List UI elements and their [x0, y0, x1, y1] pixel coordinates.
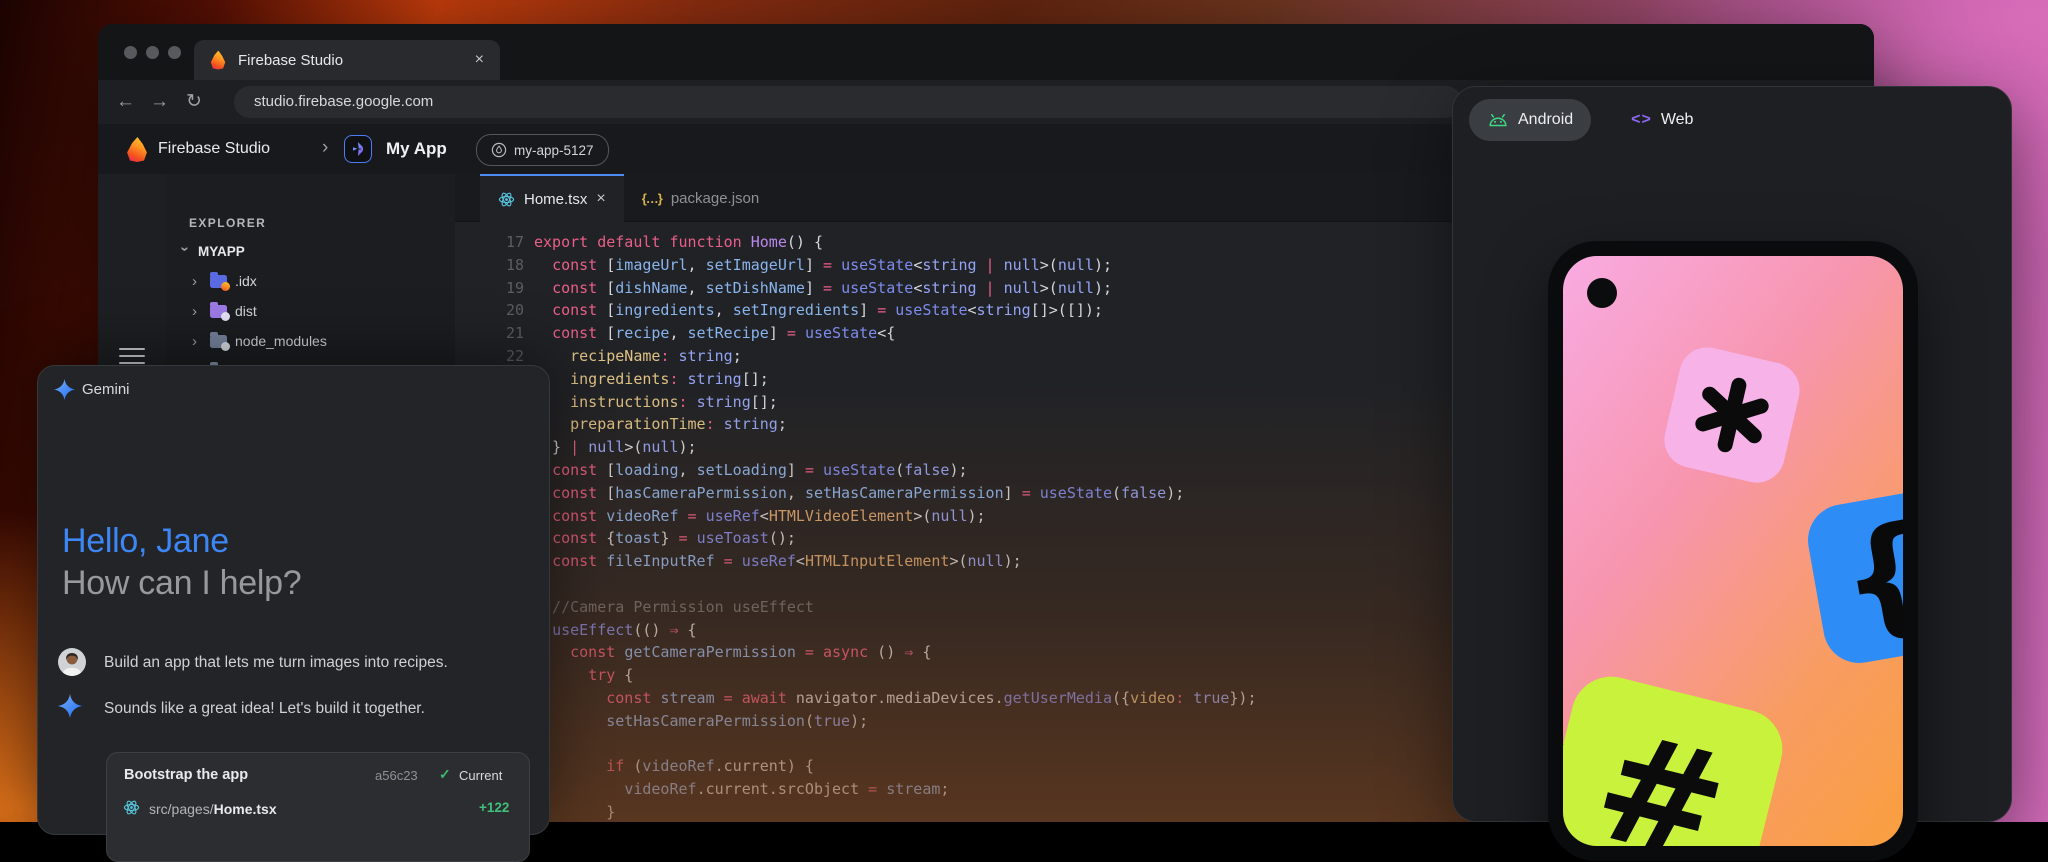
blue-brace-sticker: { — [1802, 483, 1903, 668]
reload-icon[interactable]: ↻ — [186, 90, 202, 114]
android-icon — [1487, 113, 1509, 128]
tree-item-label: node_modules — [235, 333, 327, 349]
gemini-greeting-name: Hello, Jane — [62, 522, 229, 561]
editor-tab-package-json[interactable]: {…} package.json — [624, 174, 778, 222]
editor-tab-Home-tsx[interactable]: Home.tsx × — [480, 174, 624, 222]
url-bar[interactable]: studio.firebase.google.com — [234, 86, 1462, 118]
react-icon — [498, 191, 515, 208]
back-icon[interactable]: ← — [116, 90, 135, 114]
braces-icon: {…} — [642, 191, 662, 206]
preview-panel: Android<>Web # { — [1452, 86, 2012, 822]
toggle-android[interactable]: Android — [1469, 99, 1591, 141]
project-name: My App — [386, 124, 447, 174]
gemini-panel: Gemini Hello, Jane How can I help? Build… — [37, 365, 550, 835]
window-control-dot[interactable] — [168, 46, 181, 59]
pink-asterisk-sticker — [1659, 342, 1805, 488]
phone-camera-hole — [1587, 278, 1617, 308]
explorer-tree: › MYAPP ›.idx›dist›node_modules›scripts — [166, 236, 455, 386]
tree-item-label: dist — [235, 303, 257, 319]
window-control-dot[interactable] — [146, 46, 159, 59]
tree-root-label: MYAPP — [198, 244, 245, 259]
check-icon: ✓ — [439, 766, 451, 783]
explorer-title: EXPLORER — [189, 216, 266, 230]
gemini-greeting-question: How can I help? — [62, 564, 301, 603]
breadcrumb-chevron-icon: › — [322, 124, 328, 174]
folder-icon — [210, 275, 227, 288]
studio-app-logo — [344, 135, 372, 163]
browser-tab-title: Firebase Studio — [238, 52, 463, 69]
desktop-background: Firebase Studio × ← → ↻ studio.firebase.… — [0, 0, 2048, 822]
tree-item-dist[interactable]: › dist — [166, 296, 455, 326]
line-number: 20 — [455, 299, 524, 322]
window-control-dot[interactable] — [124, 46, 137, 59]
chevron-right-icon: › — [192, 273, 202, 290]
gemini-star-icon — [54, 379, 75, 405]
workspace-badge[interactable]: my-app-5127 — [476, 134, 609, 166]
changed-file-path[interactable]: src/pages/Home.tsx — [149, 801, 277, 817]
line-number: 21 — [455, 322, 524, 345]
code-brackets-icon: <> — [1631, 111, 1652, 129]
toggle-label: Web — [1661, 111, 1694, 129]
commit-hash: a56c23 — [375, 768, 418, 783]
browser-tab[interactable]: Firebase Studio × — [194, 40, 500, 80]
firebase-favicon — [210, 51, 226, 70]
workspace-badge-label: my-app-5127 — [514, 143, 594, 158]
folder-icon — [210, 335, 227, 348]
status-badge: Current — [459, 768, 502, 783]
lime-hash-sticker: # — [1563, 668, 1791, 846]
diff-added-count: +122 — [479, 800, 509, 815]
chevron-right-icon: › — [192, 303, 202, 320]
editor-tab-label: Home.tsx — [524, 191, 587, 208]
toggle-label: Android — [1518, 111, 1573, 129]
line-number: 19 — [455, 277, 524, 300]
tree-item--idx[interactable]: › .idx — [166, 266, 455, 296]
tree-item-node-modules[interactable]: › node_modules — [166, 326, 455, 356]
toggle-web[interactable]: <> Web — [1613, 99, 1711, 141]
browser-tab-strip: Firebase Studio × — [98, 24, 1874, 80]
gemini-message: Sounds like a great idea! Let's build it… — [38, 692, 551, 738]
gemini-star-icon — [58, 694, 82, 723]
gemini-messages: Build an app that lets me turn images in… — [38, 646, 551, 738]
tree-root-myapp[interactable]: › MYAPP — [166, 236, 455, 266]
phone-mockup: # { — [1548, 241, 1918, 861]
message-text: Build an app that lets me turn images in… — [104, 654, 448, 672]
message-text: Sounds like a great idea! Let's build it… — [104, 700, 425, 718]
task-card[interactable]: Bootstrap the app a56c23 ✓ Current src/p… — [106, 752, 530, 862]
platform-toggle: Android <> Web — [1469, 99, 1711, 141]
droplet-icon — [491, 142, 507, 158]
phone-screen[interactable]: # { — [1563, 256, 1903, 846]
react-file-icon — [123, 799, 140, 821]
task-card-title: Bootstrap the app — [124, 767, 248, 783]
folder-icon — [210, 305, 227, 318]
tab-close-icon[interactable]: × — [475, 52, 484, 68]
line-number: 18 — [455, 254, 524, 277]
brand-name[interactable]: Firebase Studio — [158, 124, 270, 174]
tree-item-label: .idx — [235, 273, 257, 289]
firebase-logo — [126, 137, 148, 162]
user-avatar — [58, 648, 86, 681]
line-number: 17 — [455, 231, 524, 254]
user-message: Build an app that lets me turn images in… — [38, 646, 551, 692]
chevron-right-icon: › — [192, 333, 202, 350]
editor-tab-label: package.json — [671, 190, 759, 207]
forward-icon[interactable]: → — [150, 90, 169, 114]
tab-close-icon[interactable]: × — [596, 191, 605, 207]
gemini-panel-title: Gemini — [82, 381, 130, 398]
chevron-down-icon: › — [177, 246, 194, 256]
